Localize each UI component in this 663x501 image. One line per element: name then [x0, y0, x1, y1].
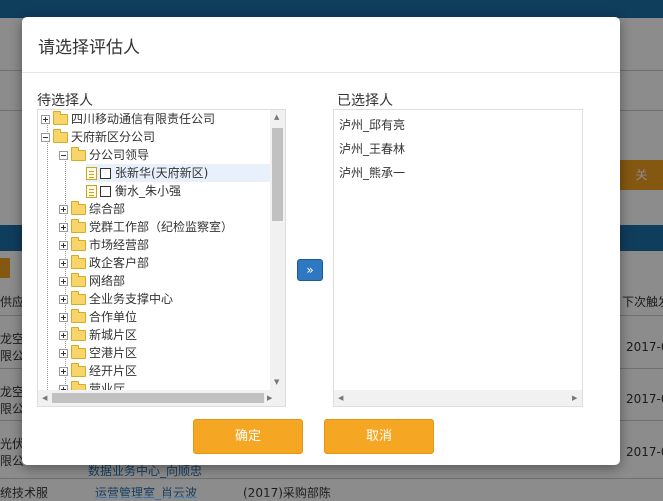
folder-icon	[71, 327, 86, 341]
folder-icon	[71, 255, 86, 269]
selected-person[interactable]: 泸州_邱有亮	[339, 116, 405, 133]
expand-icon[interactable]	[59, 295, 68, 304]
expand-icon[interactable]	[59, 259, 68, 268]
scroll-left-icon[interactable]: ◀	[42, 395, 47, 402]
tree-node[interactable]: 经开片区	[59, 362, 137, 380]
expand-icon[interactable]	[59, 241, 68, 250]
expand-icon[interactable]	[41, 115, 50, 124]
folder-icon	[71, 345, 86, 359]
tree-node[interactable]: 综合部	[59, 200, 125, 218]
selected-list-panel: 泸州_邱有亮 泸州_王春林 泸州_熊承一 ◀ ▶	[333, 109, 583, 407]
tree-node[interactable]: 天府新区分公司	[41, 128, 155, 146]
tree-node[interactable]: 党群工作部（纪检监察室）	[59, 218, 233, 236]
folder-open-icon	[71, 147, 86, 161]
folder-icon	[71, 309, 86, 323]
candidates-label: 待选择人	[37, 93, 93, 109]
tree-node[interactable]: 营业厅	[59, 380, 125, 390]
checkbox[interactable]	[100, 186, 111, 197]
tree-node[interactable]: 市场经营部	[59, 236, 149, 254]
expand-icon[interactable]	[59, 277, 68, 286]
scroll-up-icon[interactable]: ▲	[274, 114, 279, 121]
folder-icon	[71, 201, 86, 215]
tree-node[interactable]: 网络部	[59, 272, 125, 290]
tree-node[interactable]: 新城片区	[59, 326, 137, 344]
folder-open-icon	[53, 129, 68, 143]
dialog-title: 请选择评估人	[38, 38, 140, 58]
select-evaluator-dialog: 请选择评估人 待选择人 已选择人 四川移动通信有限责任公司 天府新区分公司 分公…	[22, 17, 620, 465]
folder-icon	[71, 273, 86, 287]
scroll-right-icon[interactable]: ▶	[572, 395, 577, 402]
expand-icon[interactable]	[59, 331, 68, 340]
tree-node[interactable]: 合作单位	[59, 308, 137, 326]
folder-icon	[71, 291, 86, 305]
document-icon	[86, 185, 97, 198]
cancel-button[interactable]: 取消	[324, 419, 434, 454]
vertical-scroll-thumb[interactable]	[272, 128, 283, 221]
tree-node[interactable]: 空港片区	[59, 344, 137, 362]
horizontal-scrollbar[interactable]	[334, 390, 582, 406]
checkbox[interactable]	[100, 168, 111, 179]
expand-icon[interactable]	[59, 367, 68, 376]
tree-node[interactable]: 全业务支撑中心	[59, 290, 173, 308]
tree-leaf[interactable]: 张新华(天府新区)	[86, 164, 270, 182]
move-right-button[interactable]: »	[297, 259, 323, 281]
expand-icon[interactable]	[59, 205, 68, 214]
collapse-icon[interactable]	[59, 151, 68, 160]
candidate-tree-panel: 四川移动通信有限责任公司 天府新区分公司 分公司领导 张新华(天府新区) 衡水_…	[37, 109, 286, 407]
expand-icon[interactable]	[59, 313, 68, 322]
expand-icon[interactable]	[59, 223, 68, 232]
folder-icon	[71, 237, 86, 251]
collapse-icon[interactable]	[41, 133, 50, 142]
horizontal-scroll-thumb[interactable]	[52, 393, 264, 403]
expand-icon[interactable]	[59, 349, 68, 358]
folder-icon	[53, 111, 68, 125]
tree-node[interactable]: 政企客户部	[59, 254, 149, 272]
document-icon	[86, 167, 97, 180]
selected-label: 已选择人	[337, 93, 393, 109]
selected-person[interactable]: 泸州_王春林	[339, 140, 405, 157]
folder-icon	[71, 363, 86, 377]
scroll-right-icon[interactable]: ▶	[267, 395, 272, 402]
selected-person[interactable]: 泸州_熊承一	[339, 164, 405, 181]
scroll-down-icon[interactable]: ▼	[274, 379, 279, 386]
tree-leaf[interactable]: 衡水_朱小强	[86, 182, 181, 200]
confirm-button[interactable]: 确定	[193, 419, 303, 454]
tree-node[interactable]: 四川移动通信有限责任公司	[41, 110, 215, 128]
folder-icon	[71, 219, 86, 233]
tree-node[interactable]: 分公司领导	[59, 146, 149, 164]
scroll-left-icon[interactable]: ◀	[338, 395, 343, 402]
org-tree: 四川移动通信有限责任公司 天府新区分公司 分公司领导 张新华(天府新区) 衡水_…	[38, 110, 270, 390]
